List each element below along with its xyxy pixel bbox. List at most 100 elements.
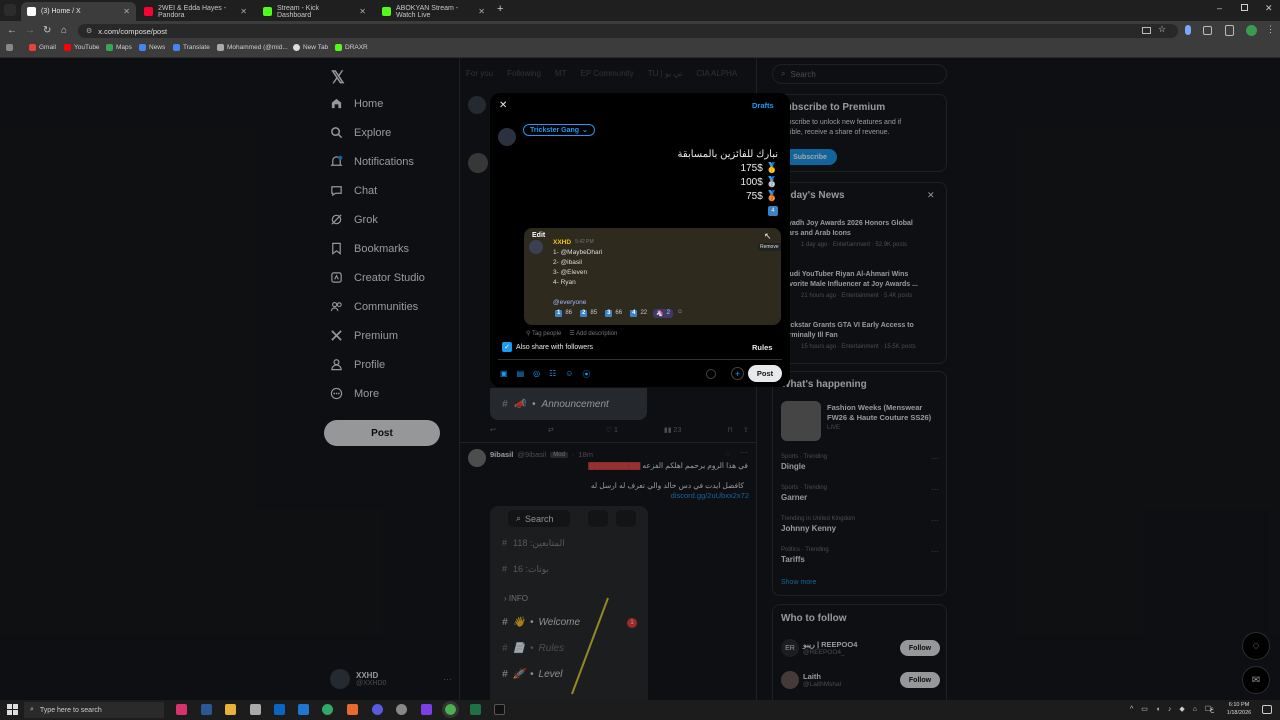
folder-icon[interactable]: [225, 704, 236, 715]
bookmark-mohammed[interactable]: Mohammed (@mid...: [217, 44, 288, 51]
reaction-emoji: 1: [555, 310, 563, 317]
bookmark-maps[interactable]: Maps: [106, 44, 132, 51]
star-icon[interactable]: ☆: [1158, 24, 1166, 35]
bookmark-new-tab[interactable]: New Tab: [293, 44, 328, 51]
tab-pandora[interactable]: 2WEI & Edda Hayes - Pandora ✕: [138, 2, 253, 21]
post-label: Post: [756, 369, 774, 378]
share-followers-label: Also share with followers: [516, 343, 594, 351]
app-icon[interactable]: [176, 704, 187, 715]
youtube-favicon-icon: [144, 7, 153, 16]
cursor-icon: ↖: [764, 231, 772, 241]
reaction-emoji: 2: [580, 310, 588, 317]
location-icon[interactable]: ⦿: [582, 369, 590, 380]
bookmark-gmail[interactable]: Gmail: [29, 44, 56, 51]
sidepanel-icon[interactable]: [1225, 25, 1234, 36]
add-thread-icon[interactable]: +: [731, 367, 744, 380]
address-bar[interactable]: ⚙ x.com/compose/post: [78, 24, 1178, 38]
menu-dots-icon[interactable]: ⋮: [1266, 24, 1275, 35]
drafts-button[interactable]: Drafts: [752, 101, 774, 110]
gif-icon[interactable]: ▤: [517, 369, 525, 380]
close-icon[interactable]: ✕: [499, 100, 507, 111]
app-icon[interactable]: [421, 704, 432, 715]
extension-icon[interactable]: [1185, 25, 1191, 35]
bookmark-draxr[interactable]: DRAXR: [335, 44, 368, 51]
audience-selector[interactable]: Trickster Gang ⌄: [523, 124, 595, 136]
close-tab-icon[interactable]: ✕: [359, 7, 366, 16]
home-browser-icon[interactable]: ⌂: [61, 25, 67, 36]
reaction-count: 85: [590, 310, 598, 316]
bookmark-label: Maps: [116, 44, 132, 51]
maximize-icon[interactable]: [1241, 4, 1248, 11]
rules-link[interactable]: Rules: [752, 343, 772, 352]
message-time: 5:42 PM: [575, 239, 594, 245]
close-tab-icon[interactable]: ✕: [123, 7, 130, 16]
bookmark-translate[interactable]: Translate: [173, 44, 210, 51]
minimize-icon[interactable]: –: [1217, 3, 1222, 13]
poll-icon[interactable]: ☷: [549, 369, 556, 380]
audience-label: Trickster Gang: [530, 126, 580, 134]
app-icon[interactable]: [494, 704, 505, 715]
media-icon[interactable]: ▣: [500, 369, 508, 380]
site-info-icon[interactable]: ⚙: [86, 27, 92, 35]
reaction-row: 1 86 2 85 3 66 4 22 🦄 2 ☺: [553, 309, 683, 318]
app-icon[interactable]: [396, 704, 407, 715]
excel-icon[interactable]: [470, 704, 481, 715]
share-followers-option[interactable]: ✓ Also share with followers: [502, 342, 593, 352]
close-tab-icon[interactable]: ✕: [240, 7, 247, 16]
close-tab-icon[interactable]: ✕: [478, 7, 485, 16]
app-icon[interactable]: [372, 704, 383, 715]
compose-text[interactable]: نبارك للفائزين بالمسابقة 175$ 🥇 100$ 🥈 7…: [550, 148, 778, 204]
bookmark-youtube[interactable]: YouTube: [64, 44, 100, 51]
forward-icon[interactable]: →: [25, 25, 35, 36]
close-window-icon[interactable]: ✕: [1265, 3, 1273, 14]
character-progress: [706, 369, 716, 379]
new-tab-icon[interactable]: +: [497, 3, 503, 15]
tag-people-button[interactable]: ⚲ Tag people: [526, 330, 561, 337]
add-description-label: Add description: [576, 331, 618, 337]
browser-toolbar: ← → ↻ ⌂ ⚙ x.com/compose/post ☆ ⋮: [0, 21, 1280, 41]
attached-image[interactable]: Edit ↖ Remove XXHD 5:42 PM 1- @MaybeDhar…: [524, 228, 781, 325]
bookmark-news[interactable]: News: [139, 44, 165, 51]
cast-icon[interactable]: [1142, 27, 1151, 34]
post-button[interactable]: Post: [748, 365, 782, 382]
emoji-icon[interactable]: ☺: [565, 369, 573, 380]
remove-tooltip: Remove: [758, 243, 781, 251]
chrome-icon[interactable]: [442, 701, 459, 718]
reaction: 4 22: [628, 309, 649, 318]
tab-title: 2WEI & Edda Hayes - Pandora: [158, 4, 227, 19]
add-description-button[interactable]: ☰ Add description: [569, 330, 617, 337]
app-icon[interactable]: [298, 704, 309, 715]
tab-abokyan[interactable]: ABOKYAN Stream - Watch Live ✕: [376, 2, 491, 21]
compose-line: نبارك للفائزين بالمسابقة: [677, 149, 778, 160]
system-tray[interactable]: ^ ▭ ◖ ♪ ◆ ⌂ ☐: [1130, 705, 1214, 713]
outlook-icon[interactable]: [274, 704, 285, 715]
extensions-icon[interactable]: [1203, 26, 1212, 35]
tab-search-icon[interactable]: [4, 4, 16, 16]
divider: [498, 359, 782, 360]
back-icon[interactable]: ←: [7, 25, 17, 36]
profile-avatar[interactable]: [1246, 25, 1257, 36]
avatar: [498, 128, 516, 146]
taskbar-search[interactable]: ⌕ Type here to search: [24, 702, 164, 718]
apps-icon[interactable]: [6, 44, 13, 51]
notifications-icon[interactable]: [1262, 705, 1272, 714]
clock-date: 1/18/2026: [1226, 710, 1252, 716]
word-icon[interactable]: [201, 704, 212, 715]
checkbox-checked-icon[interactable]: ✓: [502, 342, 512, 352]
edit-image-button[interactable]: Edit: [532, 232, 545, 239]
grok-icon[interactable]: ◎: [533, 369, 540, 380]
clock[interactable]: 6:10 PM 1/18/2026: [1220, 701, 1258, 717]
edge-icon[interactable]: [322, 704, 333, 715]
tab-title: Stream - Kick Dashboard: [277, 4, 320, 19]
tag-people-label: Tag people: [531, 331, 562, 337]
store-icon[interactable]: [250, 704, 261, 715]
search-icon: ⌕: [30, 706, 34, 713]
tab-kick-dashboard[interactable]: Stream - Kick Dashboard ✕: [257, 2, 372, 21]
reaction-count: 22: [640, 310, 648, 316]
bookmark-label: DRAXR: [345, 44, 368, 51]
windows-start-icon[interactable]: [7, 704, 18, 715]
tab-home-x[interactable]: (3) Home / X ✕: [21, 2, 136, 21]
reload-icon[interactable]: ↻: [43, 25, 51, 36]
language-indicator[interactable]: ع: [1210, 705, 1214, 713]
app-icon[interactable]: [347, 704, 358, 715]
